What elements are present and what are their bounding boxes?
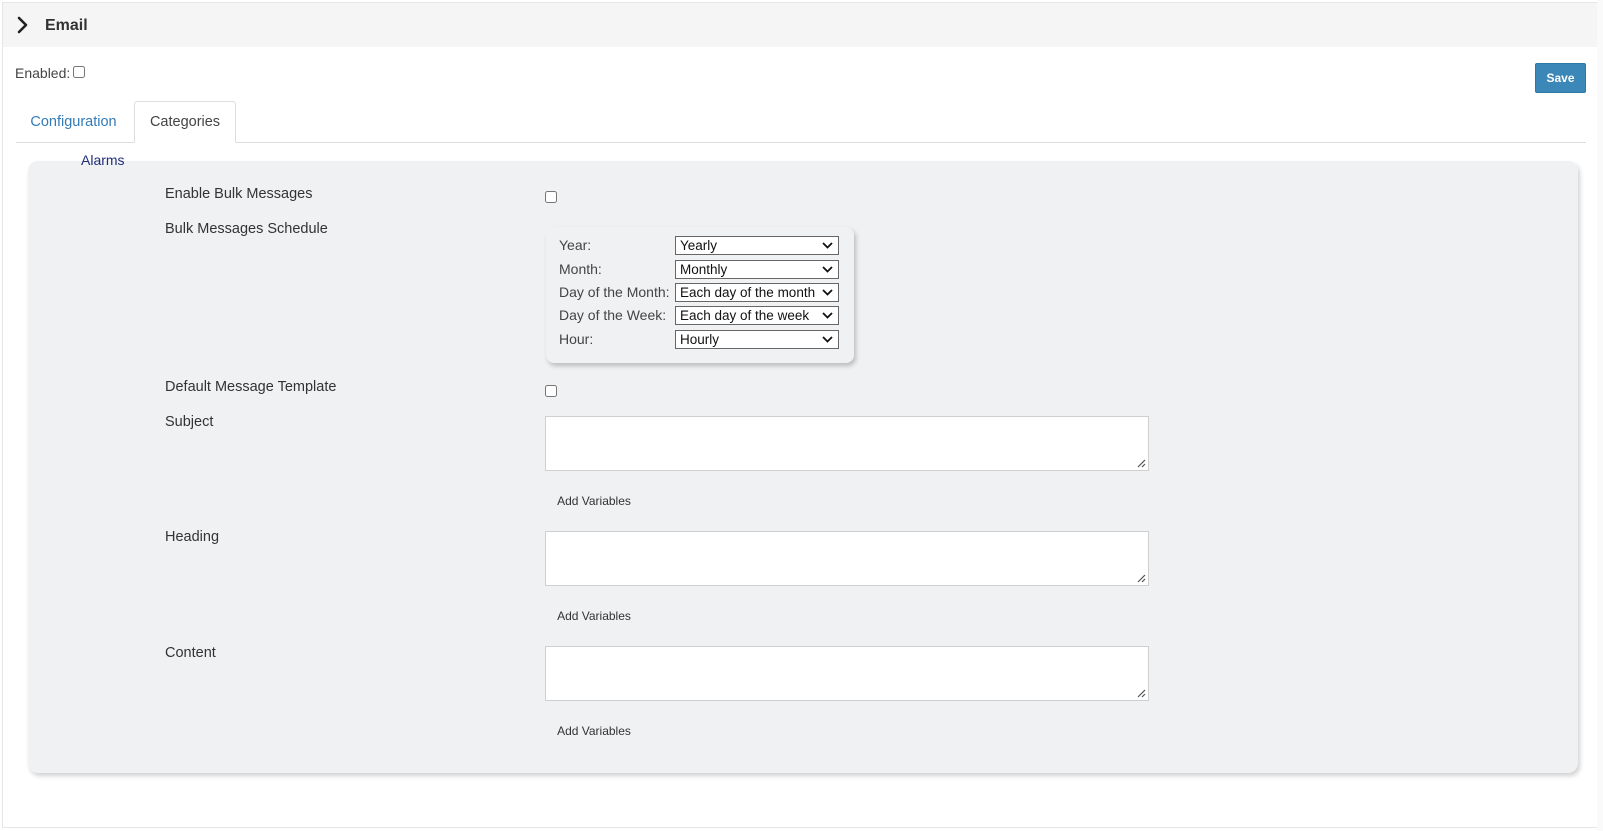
schedule-hour-select[interactable]: Hourly — [675, 330, 839, 349]
tab-configuration[interactable]: Configuration — [17, 101, 130, 143]
content-label: Content — [165, 645, 216, 661]
schedule-dow-label: Day of the Week: — [559, 307, 667, 323]
schedule-hour-label: Hour: — [559, 331, 594, 347]
chevron-down-icon — [822, 289, 833, 296]
save-button[interactable]: Save — [1535, 63, 1586, 93]
enabled-checkbox[interactable] — [73, 66, 86, 78]
schedule-dom-select[interactable]: Each day of the month — [675, 283, 839, 302]
chevron-down-icon — [822, 266, 833, 273]
chevron-right-icon[interactable] — [15, 16, 31, 34]
content-textarea[interactable] — [545, 646, 1149, 701]
resize-grip-icon[interactable] — [1137, 459, 1146, 468]
email-section-header[interactable]: Email — [3, 3, 1597, 47]
subject-add-variables-button[interactable]: Add Variables — [546, 486, 642, 515]
alarms-title: Alarms — [81, 152, 125, 168]
subject-label: Subject — [165, 414, 214, 430]
schedule-month-value: Monthly — [680, 262, 728, 277]
schedule-month-select[interactable]: Monthly — [675, 260, 839, 279]
resize-grip-icon[interactable] — [1137, 689, 1146, 698]
schedule-year-select[interactable]: Yearly — [675, 236, 839, 255]
schedule-dom-value: Each day of the month — [680, 285, 816, 300]
heading-label: Heading — [165, 529, 220, 545]
enabled-label: Enabled: — [15, 65, 71, 81]
schedule-dow-value: Each day of the week — [680, 308, 810, 323]
chevron-down-icon — [822, 336, 833, 343]
schedule-hour-value: Hourly — [680, 332, 720, 347]
window-edge — [1597, 0, 1603, 831]
schedule-month-label: Month: — [559, 261, 602, 277]
heading-add-variables-button[interactable]: Add Variables — [546, 601, 642, 630]
chevron-down-icon — [822, 242, 833, 249]
resize-grip-icon[interactable] — [1137, 574, 1146, 583]
tabs-divider — [16, 142, 1586, 143]
enable-bulk-label: Enable Bulk Messages — [165, 186, 313, 202]
chevron-down-icon — [822, 312, 833, 319]
subject-textarea[interactable] — [545, 416, 1149, 471]
tab-categories[interactable]: Categories — [134, 101, 236, 143]
section-title: Email — [45, 17, 88, 34]
content-add-variables-button[interactable]: Add Variables — [546, 716, 642, 745]
default-template-label: Default Message Template — [165, 379, 337, 395]
schedule-label: Bulk Messages Schedule — [165, 221, 328, 237]
default-template-checkbox[interactable] — [545, 385, 557, 397]
schedule-dom-label: Day of the Month: — [559, 284, 670, 300]
schedule-year-label: Year: — [559, 237, 592, 253]
schedule-dow-select[interactable]: Each day of the week — [675, 306, 839, 325]
heading-textarea[interactable] — [545, 531, 1149, 586]
schedule-year-value: Yearly — [680, 238, 718, 253]
enabled-row: Enabled: — [15, 65, 86, 81]
enable-bulk-checkbox[interactable] — [545, 191, 557, 203]
